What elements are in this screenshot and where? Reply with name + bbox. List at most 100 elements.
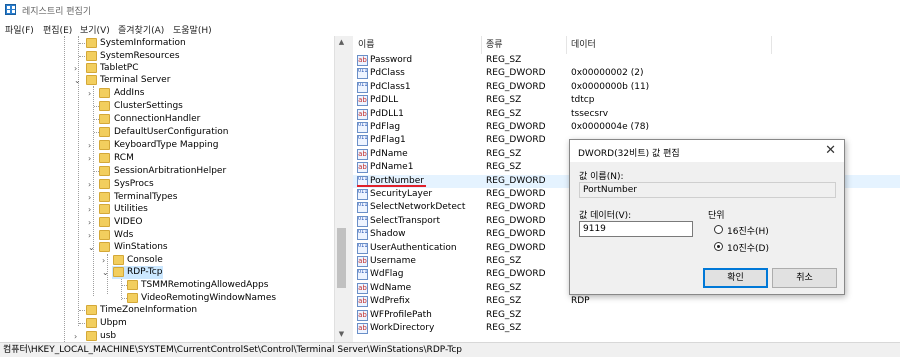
tree-item-ubpm[interactable]: Ubpm — [0, 317, 334, 330]
base-group-label: 단위 — [708, 211, 725, 221]
folder-icon — [99, 230, 110, 240]
tree-item-keyboardtype-mapping[interactable]: › KeyboardType Mapping — [0, 139, 334, 152]
value-row[interactable]: ab WdPrefix REG_SZ RDP — [353, 295, 900, 308]
menu-favorites[interactable]: 즐겨찾기(A) — [118, 23, 164, 36]
tree-item-sysprocs[interactable]: › SysProcs — [0, 178, 334, 191]
tree-item-terminal-server[interactable]: ⌄ Terminal Server — [0, 74, 334, 87]
value-name-field[interactable] — [579, 182, 836, 198]
scroll-up-arrow-icon[interactable]: ▲ — [335, 36, 348, 49]
tree-item-defaultuserconfiguration[interactable]: DefaultUserConfiguration — [0, 126, 334, 139]
chevron-right-icon[interactable]: › — [88, 154, 91, 163]
chevron-right-icon[interactable]: › — [88, 89, 91, 98]
value-name: Shadow — [370, 229, 406, 240]
value-name: PdClass — [370, 68, 405, 79]
tree-item-usb[interactable]: › usb — [0, 330, 334, 342]
dword-value-icon: 011 — [357, 68, 368, 80]
column-header-name[interactable]: 이름 — [358, 36, 375, 54]
chevron-right-icon[interactable]: › — [74, 332, 77, 341]
tree-label: SystemResources — [100, 51, 180, 61]
dialog-title: DWORD(32비트) 값 편집 — [578, 149, 680, 159]
string-value-icon: ab — [357, 323, 368, 334]
value-row[interactable]: ab PdDLL1 REG_SZ tssecsrv — [353, 108, 900, 121]
tree-label: Wds — [114, 230, 134, 240]
value-name: WFProfilePath — [370, 309, 432, 320]
value-type: REG_SZ — [486, 296, 522, 307]
tree-item-connectionhandler[interactable]: ConnectionHandler — [0, 113, 334, 126]
cancel-button[interactable]: 취소 — [772, 268, 837, 288]
tree-item-sessionarbitrationhelper[interactable]: SessionArbitrationHelper — [0, 165, 334, 178]
chevron-right-icon[interactable]: › — [88, 231, 91, 240]
folder-icon — [99, 204, 110, 214]
value-row[interactable]: ab PdDLL REG_SZ tdtcp — [353, 94, 900, 107]
chevron-right-icon[interactable]: › — [88, 193, 91, 202]
scroll-thumb[interactable] — [337, 228, 346, 288]
chevron-right-icon[interactable]: › — [102, 256, 105, 265]
value-name: WorkDirectory — [370, 323, 435, 333]
folder-open-icon — [99, 242, 110, 252]
value-type: REG_SZ — [486, 162, 522, 173]
chevron-right-icon[interactable]: › — [74, 64, 77, 73]
value-type: REG_DWORD — [486, 189, 546, 199]
dword-value-icon: 011 — [357, 122, 368, 133]
value-name: Password — [370, 55, 413, 65]
tree-item-rdp-tcp[interactable]: ⌄ RDP-Tcp — [0, 266, 334, 279]
chevron-down-icon[interactable]: ⌄ — [74, 76, 81, 85]
tree-label: TimeZoneInformation — [100, 305, 198, 315]
chevron-down-icon[interactable]: ⌄ — [88, 243, 95, 252]
window-title: 레지스트리 편집기 — [22, 7, 92, 17]
tree-item-utilities[interactable]: › Utilities — [0, 203, 334, 216]
value-row[interactable]: ab WorkDirectory REG_SZ — [353, 322, 900, 335]
string-value-icon: ab — [357, 108, 368, 120]
dword-value-icon: 011 — [357, 202, 368, 214]
string-value-icon: ab — [357, 148, 368, 160]
value-row[interactable]: 011 PdClass REG_DWORD 0x00000002 (2) — [353, 67, 900, 80]
tree-item-clustersettings[interactable]: ClusterSettings — [0, 100, 334, 113]
hex-radio[interactable] — [714, 225, 723, 234]
menu-view[interactable]: 보기(V) — [80, 23, 110, 36]
tree-item-timezoneinformation[interactable]: TimeZoneInformation — [0, 304, 334, 317]
value-row[interactable]: ab Password REG_SZ — [353, 54, 900, 67]
tree-label: Utilities — [114, 204, 148, 214]
tree-scrollbar[interactable]: ▲ ▼ — [334, 36, 348, 342]
folder-icon — [99, 127, 110, 137]
tree-item-video[interactable]: › VIDEO — [0, 216, 334, 229]
value-row[interactable]: 011 PdClass1 REG_DWORD 0x0000000b (11) — [353, 81, 900, 94]
value-type: REG_DWORD — [486, 242, 546, 253]
menu-help[interactable]: 도움말(H) — [173, 23, 212, 36]
tree-item-systeminformation[interactable]: SystemInformation — [0, 37, 334, 50]
ok-button[interactable]: 확인 — [703, 268, 768, 288]
string-value-icon: ab — [357, 55, 368, 66]
tree-label: VIDEO — [114, 217, 143, 227]
tree-item-addins[interactable]: › AddIns — [0, 87, 334, 100]
column-header-type[interactable]: 종류 — [486, 36, 503, 54]
value-name: WdFlag — [370, 269, 404, 280]
tree-label: RDP-Tcp — [127, 267, 163, 277]
folder-icon — [99, 192, 110, 202]
string-value-icon: ab — [357, 282, 368, 294]
chevron-right-icon[interactable]: › — [88, 180, 91, 189]
value-type: REG_DWORD — [486, 135, 546, 146]
chevron-down-icon[interactable]: ⌄ — [102, 268, 109, 277]
value-type: REG_DWORD — [486, 215, 546, 226]
close-icon[interactable]: ✕ — [825, 143, 836, 158]
column-header-data[interactable]: 데이터 — [571, 36, 596, 54]
value-row[interactable]: 011 PdFlag REG_DWORD 0x0000004e (78) — [353, 121, 900, 134]
tree-item-tsmmremotingallowedapps[interactable]: TSMMRemotingAllowedApps — [0, 279, 334, 292]
value-name-label: 값 이름(N): — [579, 172, 624, 182]
value-data-label: 값 데이터(V): — [579, 211, 632, 221]
tree-item-rcm[interactable]: › RCM — [0, 152, 334, 165]
tree-item-winstations[interactable]: ⌄ WinStations — [0, 241, 334, 254]
key-tree-pane[interactable]: SystemInformation SystemResources › Tabl… — [0, 36, 348, 342]
menu-edit[interactable]: 편집(E) — [43, 23, 72, 36]
chevron-right-icon[interactable]: › — [88, 205, 91, 214]
hex-radio-label[interactable]: 16진수(H) — [727, 224, 769, 237]
decimal-radio-label[interactable]: 10진수(D) — [727, 241, 769, 254]
scroll-down-arrow-icon[interactable]: ▼ — [335, 328, 348, 341]
chevron-right-icon[interactable]: › — [88, 141, 91, 150]
value-data-field[interactable] — [579, 221, 693, 237]
value-row[interactable]: ab WFProfilePath REG_SZ — [353, 309, 900, 322]
menu-file[interactable]: 파일(F) — [5, 23, 34, 36]
decimal-radio[interactable] — [714, 242, 723, 251]
chevron-right-icon[interactable]: › — [88, 218, 91, 227]
string-value-icon: ab — [357, 256, 368, 267]
